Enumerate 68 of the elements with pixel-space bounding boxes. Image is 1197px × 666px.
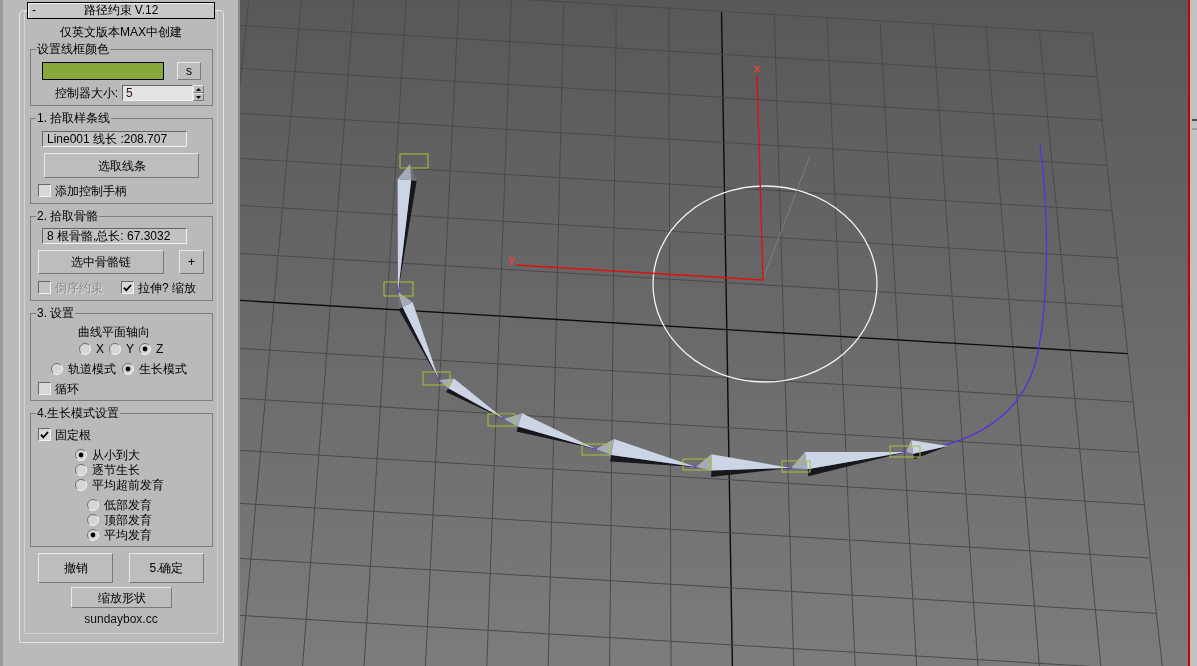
control-handle: [399, 153, 429, 169]
axis-label: y: [509, 253, 516, 265]
footer-credit: sundaybox.cc: [84, 612, 158, 626]
radio-label: 平均超前发育: [92, 477, 164, 492]
radio-label: 轨道模式: [68, 361, 116, 376]
radio-button[interactable]: [139, 342, 151, 355]
radio-button[interactable]: [51, 362, 63, 375]
control-handle: [487, 413, 516, 427]
color-swatch[interactable]: [42, 62, 164, 80]
group-title: 4.生长模式设置: [36, 406, 120, 420]
rollout-header[interactable]: - 路径约束 V.12: [27, 2, 215, 19]
down-triangle-icon: [196, 95, 201, 99]
radio-button[interactable]: [75, 448, 87, 461]
checkbox[interactable]: [38, 382, 51, 395]
spin-up-button[interactable]: [193, 85, 204, 93]
version-note: 仅英文版本MAX中创建: [59, 25, 183, 39]
pick-spline-button[interactable]: 选取线条: [44, 153, 199, 178]
axis-label: x: [754, 62, 761, 74]
radio-button[interactable]: [75, 463, 87, 476]
group-title: 2. 拾取骨骼: [36, 209, 100, 223]
control-handle: [889, 445, 921, 458]
checkbox[interactable]: [38, 184, 51, 197]
select-bone-chain-button[interactable]: 选中骨骼链: [38, 250, 164, 274]
checkbox-label: 固定根: [55, 427, 91, 442]
checkbox-label: 循环: [55, 381, 79, 396]
radio-label: Y: [126, 341, 134, 356]
add-button[interactable]: +: [179, 250, 204, 274]
bone-info-display: 8 根骨骼,总长: 67.3032: [42, 228, 187, 244]
control-handle: [581, 443, 611, 456]
control-handle: [422, 371, 451, 386]
group-title: 设置线框颜色: [36, 42, 110, 56]
radio-label: 逐节生长: [92, 462, 140, 477]
radio-label: 低部发育: [104, 497, 152, 512]
checkmark-icon: [123, 283, 132, 292]
checkbox-label: 添加控制手柄: [55, 183, 127, 198]
radio-button[interactable]: [87, 528, 99, 541]
control-handle: [781, 460, 811, 473]
radio-label: 生长模式: [139, 361, 187, 376]
action-button[interactable]: 撤销: [38, 553, 113, 583]
radio-label: Z: [156, 341, 164, 356]
scale-shape-button[interactable]: 缩放形状: [71, 587, 172, 608]
swatch-button[interactable]: s: [177, 62, 201, 80]
group-title: 3. 设置: [36, 306, 76, 320]
edge-marker-icon: [1192, 119, 1197, 130]
action-button[interactable]: 5.确定: [129, 553, 204, 583]
radio-button[interactable]: [109, 342, 121, 355]
radio-button[interactable]: [87, 498, 99, 511]
radio-label: 顶部发育: [104, 512, 152, 527]
group-title: 1. 拾取样条线: [36, 111, 112, 125]
checkbox[interactable]: [121, 281, 134, 294]
radio-label: 从小到大: [92, 447, 140, 462]
radio-button[interactable]: [122, 362, 134, 375]
checkbox-label: 拉伸? 缩放: [138, 280, 196, 295]
control-handle: [682, 458, 712, 471]
checkbox[interactable]: [38, 428, 51, 441]
control-handle: [383, 281, 414, 297]
radio-button[interactable]: [75, 478, 87, 491]
radio-label: 平均发育: [104, 527, 152, 542]
radio-label: X: [96, 341, 104, 356]
radio-button[interactable]: [79, 342, 91, 355]
radio-button[interactable]: [87, 513, 99, 526]
axis-heading: 曲线平面轴向: [78, 325, 150, 339]
size-spinner-field[interactable]: 5: [122, 85, 193, 101]
spline-info-display: Line001 线长 :208.707: [42, 131, 187, 147]
checkmark-icon: [40, 430, 49, 439]
spin-down-button[interactable]: [193, 93, 204, 101]
size-label: 控制器大小:: [54, 86, 118, 100]
up-triangle-icon: [196, 87, 201, 91]
